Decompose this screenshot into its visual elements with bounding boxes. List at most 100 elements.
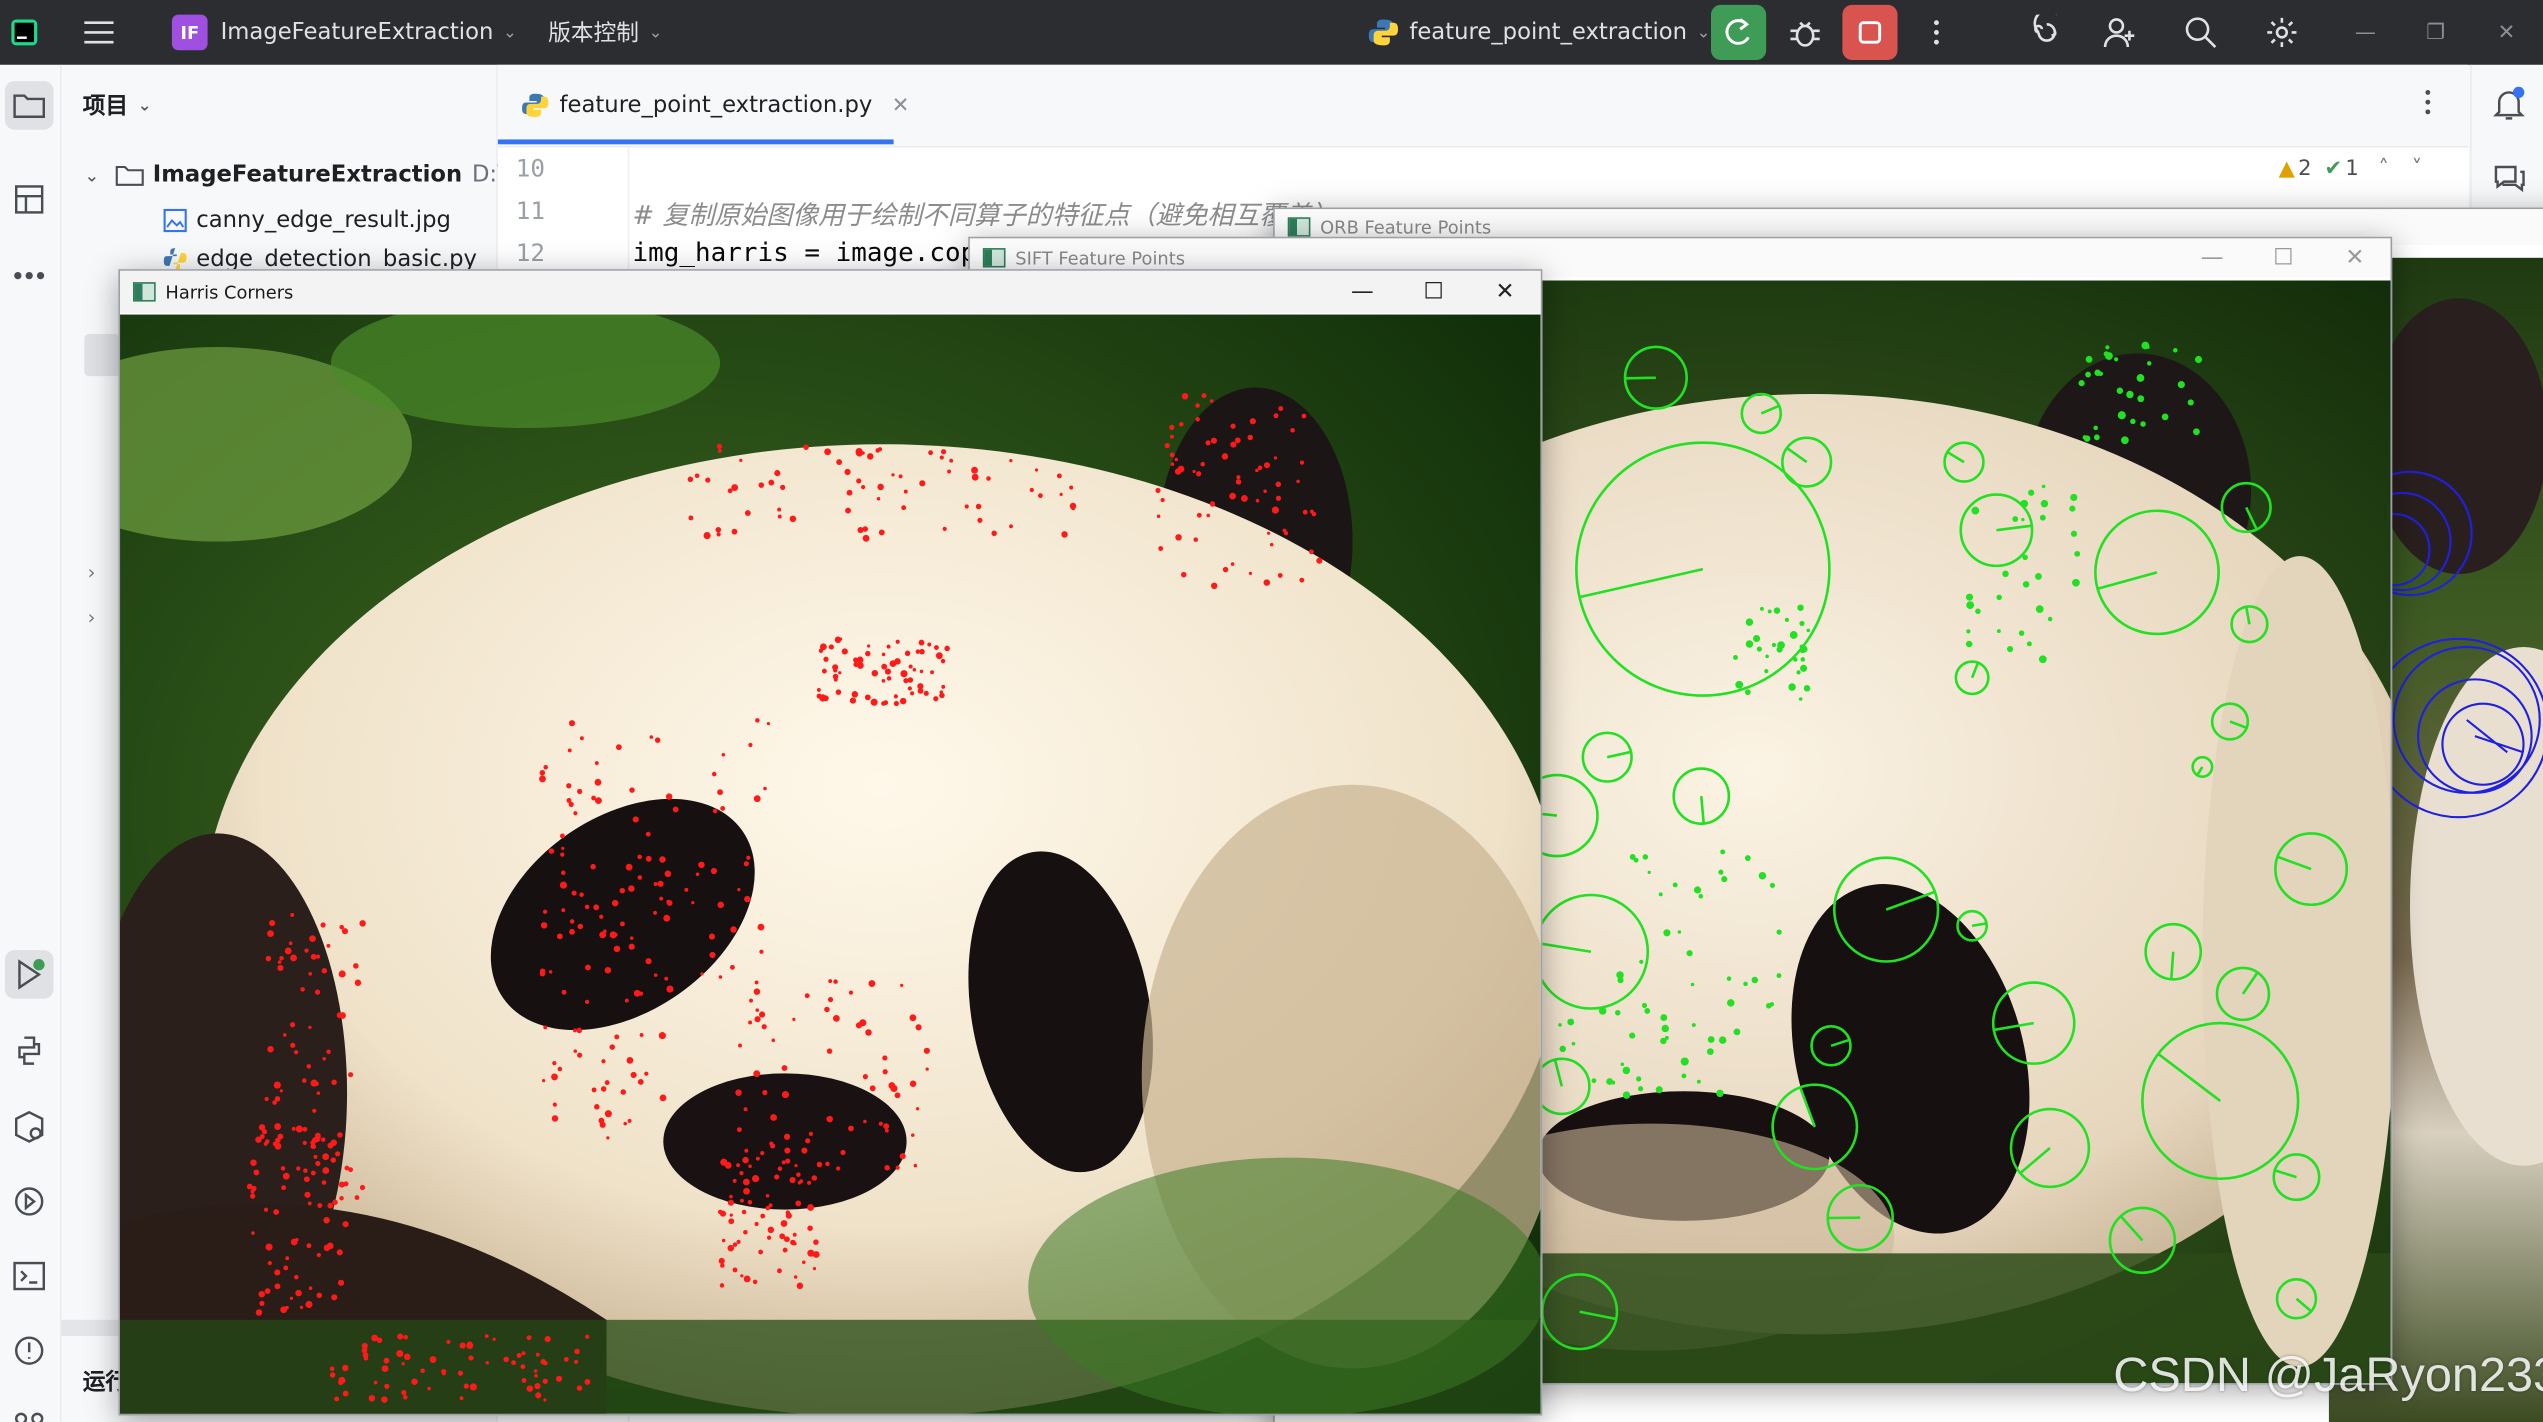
harris-point bbox=[253, 1169, 260, 1176]
ide-close-button[interactable]: ✕ bbox=[2498, 0, 2516, 65]
vcs-menu[interactable]: 版本控制 ⌄ bbox=[548, 0, 662, 65]
vcs-tool-button[interactable] bbox=[5, 1394, 54, 1422]
ide-minimize-button[interactable]: — bbox=[2355, 0, 2376, 65]
problems-button[interactable] bbox=[5, 1326, 54, 1375]
notifications-button[interactable] bbox=[2489, 84, 2528, 129]
minimize-button[interactable]: — bbox=[2176, 245, 2247, 271]
harris-point bbox=[1299, 460, 1305, 465]
sift-dot bbox=[1681, 1073, 1687, 1079]
debug-button[interactable] bbox=[1777, 5, 1832, 60]
harris-point bbox=[556, 933, 563, 940]
harris-point bbox=[807, 1225, 813, 1231]
gear-icon bbox=[2267, 17, 2297, 48]
harris-point bbox=[939, 690, 944, 694]
stop-button[interactable] bbox=[1842, 4, 1898, 60]
chevron-down-icon[interactable]: ˅ bbox=[2412, 157, 2423, 181]
project-root-node[interactable]: ⌄ ImageFeatureExtraction D:\Pych bbox=[84, 156, 558, 195]
python-packages-button[interactable] bbox=[5, 1103, 54, 1152]
harris-point bbox=[282, 1172, 290, 1180]
more-tools-button[interactable] bbox=[5, 251, 54, 300]
python-console-button[interactable] bbox=[5, 1026, 54, 1075]
harris-point bbox=[630, 1071, 637, 1079]
editor-tab[interactable]: feature_point_extraction.py ✕ bbox=[521, 91, 910, 120]
harris-point bbox=[1061, 531, 1068, 538]
harris-point bbox=[301, 1078, 307, 1083]
harris-window[interactable]: Harris Corners — ☐ ✕ bbox=[118, 269, 1543, 1416]
harris-point bbox=[939, 455, 944, 460]
ai-assistant-button[interactable] bbox=[2011, 5, 2066, 60]
chevron-right-icon[interactable]: › bbox=[88, 561, 96, 584]
harris-window-titlebar[interactable]: Harris Corners — ☐ ✕ bbox=[120, 270, 1541, 313]
harris-point bbox=[940, 658, 946, 664]
terminal-button[interactable] bbox=[5, 1252, 54, 1301]
rerun-button[interactable] bbox=[1710, 4, 1767, 60]
harris-point bbox=[264, 1288, 271, 1295]
sift-dot bbox=[2136, 374, 2145, 382]
harris-point bbox=[1222, 566, 1229, 573]
close-button[interactable]: ✕ bbox=[2319, 245, 2390, 271]
harris-point bbox=[446, 1339, 451, 1344]
harris-point bbox=[376, 1337, 383, 1344]
sift-dot bbox=[2074, 550, 2081, 557]
ide-restore-button[interactable]: ❐ bbox=[2426, 0, 2445, 65]
run-icon bbox=[18, 959, 45, 990]
sift-dot bbox=[1672, 882, 1678, 888]
code-with-me-button[interactable] bbox=[2092, 5, 2147, 60]
harris-point bbox=[870, 698, 878, 706]
harris-point bbox=[265, 955, 272, 962]
harris-point bbox=[354, 979, 362, 986]
harris-point bbox=[320, 922, 326, 928]
harris-point bbox=[886, 644, 891, 649]
sift-dot bbox=[1996, 594, 2002, 601]
inspection-widget[interactable]: ▲ 2 ✔ 1 ˄ ˅ bbox=[2279, 157, 2422, 181]
harris-point bbox=[731, 528, 738, 535]
harris-point bbox=[626, 1056, 634, 1064]
line-number: 12 bbox=[515, 238, 546, 268]
sift-dot bbox=[1753, 634, 1761, 643]
pycharm-logo-icon[interactable] bbox=[10, 0, 39, 65]
harris-point bbox=[919, 480, 926, 487]
harris-point bbox=[338, 1380, 344, 1386]
run-tool-button[interactable] bbox=[4, 950, 54, 999]
harris-point bbox=[322, 1056, 326, 1061]
project-tool-button[interactable] bbox=[4, 81, 54, 130]
chevron-up-icon[interactable]: ˄ bbox=[2378, 157, 2389, 181]
file-item[interactable]: canny_edge_result.jpg bbox=[162, 201, 451, 240]
harris-point bbox=[316, 1252, 321, 1258]
harris-point bbox=[767, 1226, 775, 1234]
harris-point bbox=[579, 736, 584, 741]
selection-highlight bbox=[84, 334, 121, 377]
run-config-selector[interactable]: feature_point_extraction ⌄ bbox=[1367, 0, 1710, 65]
harris-point bbox=[759, 949, 764, 954]
harris-point bbox=[729, 1213, 733, 1217]
harris-point bbox=[484, 1334, 489, 1338]
settings-button[interactable] bbox=[2254, 5, 2309, 60]
sift-dot bbox=[1759, 606, 1764, 611]
ai-chat-button[interactable] bbox=[2489, 159, 2528, 204]
harris-point bbox=[579, 892, 584, 897]
harris-point bbox=[442, 1371, 446, 1376]
structure-tool-button[interactable] bbox=[5, 175, 54, 224]
close-icon[interactable]: ✕ bbox=[892, 93, 910, 117]
harris-point bbox=[576, 1027, 583, 1034]
project-switcher[interactable]: IF ImageFeatureExtraction ⌄ bbox=[171, 0, 517, 65]
maximize-button[interactable]: ☐ bbox=[2248, 245, 2319, 271]
maximize-button[interactable]: ☐ bbox=[1398, 279, 1469, 305]
editor-options-button[interactable] bbox=[2423, 88, 2433, 124]
harris-point bbox=[718, 975, 723, 979]
harris-point bbox=[1255, 498, 1260, 503]
project-panel-header[interactable]: 项目 ⌄ bbox=[83, 86, 152, 125]
minimize-button[interactable]: — bbox=[1327, 279, 1398, 305]
services-button[interactable] bbox=[5, 1177, 54, 1226]
project-badge: IF bbox=[171, 14, 208, 51]
harris-point bbox=[777, 1268, 782, 1274]
sift-dot bbox=[2041, 484, 2046, 489]
main-menu-icon[interactable] bbox=[81, 0, 117, 65]
harris-point bbox=[323, 1244, 331, 1252]
close-button[interactable]: ✕ bbox=[1469, 279, 1540, 305]
search-button[interactable] bbox=[2173, 5, 2228, 60]
chevron-right-icon[interactable]: › bbox=[88, 606, 96, 629]
harris-point bbox=[279, 1089, 284, 1093]
sift-dot bbox=[2039, 514, 2046, 521]
more-actions-button[interactable] bbox=[1909, 5, 1964, 60]
